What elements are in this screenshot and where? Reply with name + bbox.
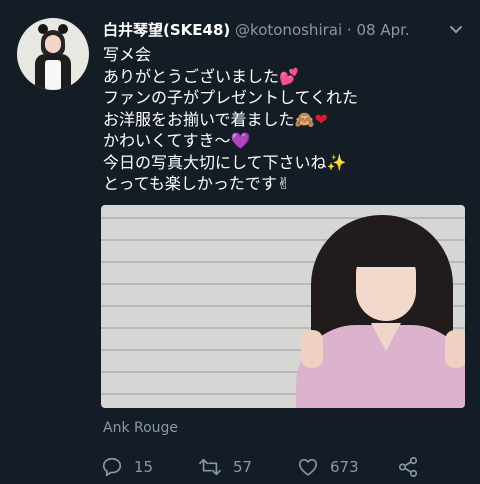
- tweet-line: ファンの子がプレゼントしてくれた: [103, 88, 359, 107]
- heart-icon: [298, 458, 318, 476]
- photo-hand-right: [445, 330, 465, 368]
- media-caption: Ank Rouge: [103, 420, 179, 436]
- chevron-down-icon[interactable]: [448, 22, 464, 38]
- retweet-icon: [199, 458, 221, 476]
- tweet-line: とっても楽しかったです✌: [103, 174, 291, 193]
- retweet-count: 57: [233, 458, 253, 476]
- tweet-header: 白井琴望(SKE48) @kotonoshirai · 08 Apr.: [103, 19, 440, 43]
- photo-hand-left: [301, 330, 323, 368]
- tweet-text: 写メ会 ありがとうございました💕 ファンの子がプレゼントしてくれた お洋服をお揃…: [103, 44, 463, 195]
- separator: ·: [346, 21, 352, 39]
- tweet-line: ありがとうございました💕: [103, 66, 299, 86]
- avatar-face: [45, 35, 61, 53]
- tweet-card[interactable]: 白井琴望(SKE48) @kotonoshirai · 08 Apr. 写メ会 …: [0, 0, 480, 484]
- like-button[interactable]: 673: [297, 455, 359, 479]
- purple-heart-emoji: 💜: [230, 131, 251, 150]
- reply-button[interactable]: 15: [101, 455, 153, 479]
- display-name[interactable]: 白井琴望(SKE48): [103, 21, 230, 39]
- retweet-button[interactable]: 57: [198, 455, 252, 479]
- share-button[interactable]: [397, 455, 430, 479]
- hearts-emoji: 💕: [279, 66, 299, 86]
- tweet-date[interactable]: 08 Apr.: [356, 21, 409, 39]
- avatar-apron: [45, 60, 61, 90]
- avatar[interactable]: [17, 18, 89, 90]
- action-bar: 15 57 673: [101, 455, 441, 479]
- sparkles-emoji: ✨: [326, 152, 347, 172]
- tweet-line: お洋服をお揃いで着ました🙈❤: [103, 109, 328, 129]
- user-handle[interactable]: @kotonoshirai: [235, 21, 342, 39]
- tweet-photo[interactable]: [101, 205, 465, 408]
- victory-hand-emoji: ✌: [276, 174, 291, 193]
- tweet-line: かわいくてすき〜💜: [103, 131, 251, 150]
- share-icon: [398, 457, 418, 477]
- shutter-line: [101, 217, 465, 219]
- tweet-line: 写メ会: [103, 45, 152, 64]
- tweet-line: 今日の写真大切にして下さいね✨: [103, 152, 347, 172]
- reply-icon: [102, 457, 122, 477]
- like-count: 673: [330, 458, 359, 476]
- monkey-heart-emoji: 🙈❤: [294, 109, 328, 129]
- reply-count: 15: [134, 458, 154, 476]
